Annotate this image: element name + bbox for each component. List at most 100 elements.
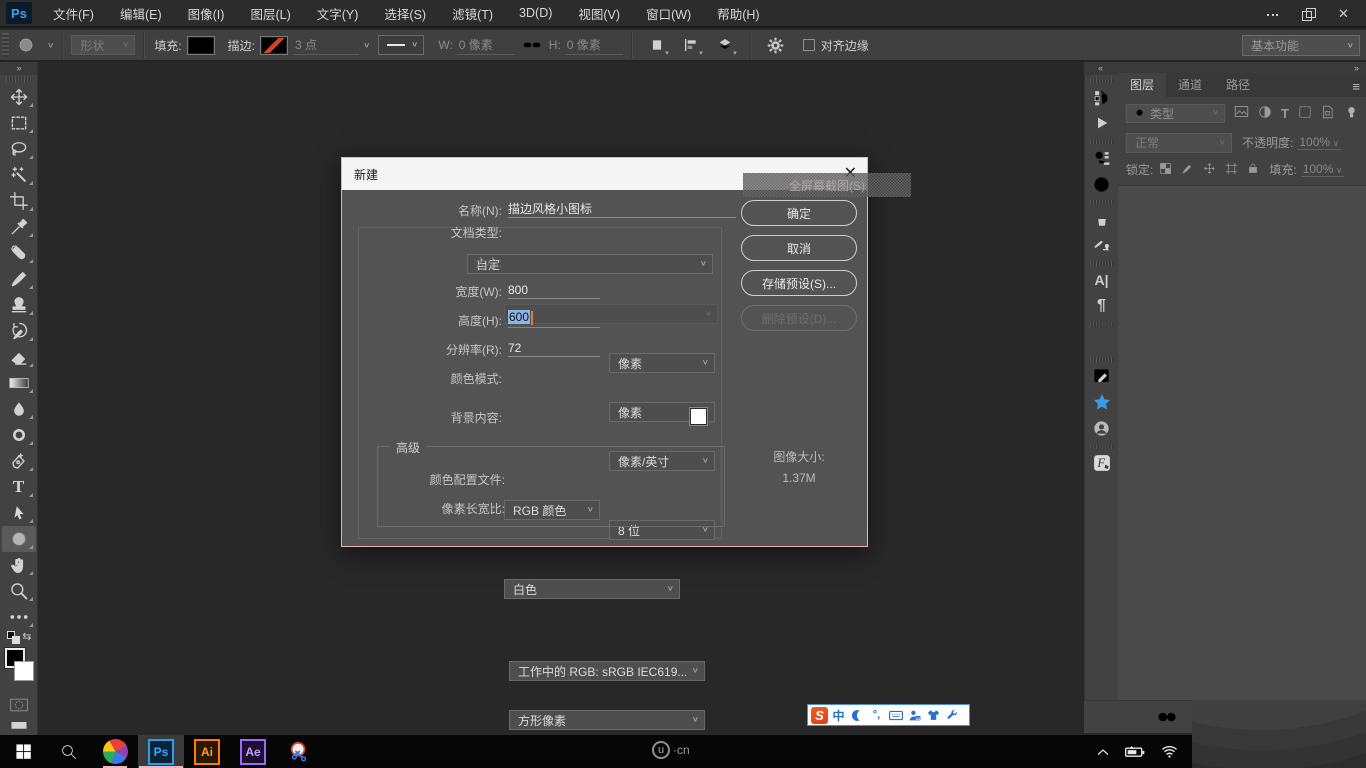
- name-input[interactable]: [508, 200, 736, 218]
- soft-keyboard-icon[interactable]: [887, 706, 904, 724]
- layer-filter-select[interactable]: 类型: [1126, 104, 1225, 123]
- magic-wand-tool[interactable]: [2, 162, 36, 188]
- glyphs-panel-icon[interactable]: [1087, 328, 1117, 354]
- menu-3d[interactable]: 3D(D): [506, 0, 565, 27]
- tab-paths[interactable]: 路径: [1214, 73, 1262, 97]
- taskbar-search-button[interactable]: [46, 735, 92, 768]
- screen-mode-button[interactable]: [2, 718, 36, 732]
- close-icon[interactable]: [1338, 7, 1352, 21]
- taskbar-browser-button[interactable]: [92, 735, 138, 768]
- link-dimensions-icon[interactable]: [521, 34, 543, 56]
- opacity-value[interactable]: 100%: [1297, 135, 1341, 150]
- height-input[interactable]: 600: [508, 310, 600, 328]
- eyedropper-tool[interactable]: [2, 214, 36, 240]
- clone-source-panel-icon[interactable]: [1087, 232, 1117, 258]
- menu-type[interactable]: 文字(Y): [304, 0, 372, 27]
- restore-icon[interactable]: [1302, 7, 1316, 21]
- favorites-star-icon[interactable]: [1087, 389, 1117, 415]
- input-mode-chinese[interactable]: 中: [830, 706, 847, 724]
- aspect-ratio-select[interactable]: 方形像素: [509, 710, 705, 730]
- fullwidth-moon-icon[interactable]: [849, 706, 866, 724]
- path-operations-button[interactable]: ▾: [646, 34, 668, 56]
- doc-type-select[interactable]: 自定: [467, 254, 713, 274]
- background-select[interactable]: 白色: [504, 579, 680, 599]
- brush-tool[interactable]: [2, 266, 36, 292]
- chevron-down-icon[interactable]: ∨: [47, 41, 54, 49]
- fill-swatch[interactable]: [188, 37, 214, 54]
- zoom-tool[interactable]: [2, 578, 36, 604]
- tab-channels[interactable]: 通道: [1166, 73, 1214, 97]
- background-color-chip[interactable]: [690, 408, 707, 425]
- swatch-utilities[interactable]: ⇆: [2, 630, 36, 646]
- menu-select[interactable]: 选择(S): [371, 0, 439, 27]
- battery-icon[interactable]: [1125, 745, 1145, 758]
- history-brush-tool[interactable]: [2, 318, 36, 344]
- eraser-tool[interactable]: [2, 344, 36, 370]
- move-tool[interactable]: [2, 84, 36, 110]
- sogou-logo-icon[interactable]: S: [811, 707, 828, 724]
- chevron-down-icon[interactable]: ∨: [363, 41, 370, 49]
- lock-position-icon[interactable]: [1203, 162, 1216, 178]
- profile-select[interactable]: 工作中的 RGB: sRGB IEC619...: [509, 661, 705, 681]
- background-color-swatch[interactable]: [14, 661, 34, 681]
- layer-comps-panel-icon[interactable]: [1087, 363, 1117, 389]
- punctuation-icon[interactable]: °,: [868, 706, 885, 724]
- width-unit-select[interactable]: 像素: [609, 353, 715, 373]
- pen-tool[interactable]: [2, 448, 36, 474]
- wifi-icon[interactable]: [1161, 745, 1178, 758]
- lock-pixels-icon[interactable]: [1181, 162, 1194, 178]
- menu-file[interactable]: 文件(F): [40, 0, 107, 27]
- wrench-settings-icon[interactable]: [944, 706, 961, 724]
- lock-all-icon[interactable]: [1247, 162, 1259, 178]
- tray-chevron-icon[interactable]: [1097, 748, 1109, 756]
- skin-shirt-icon[interactable]: [925, 706, 942, 724]
- taskbar-screenshot-tool-button[interactable]: [276, 735, 322, 768]
- edit-toolbar-button[interactable]: [2, 604, 36, 630]
- menu-layer[interactable]: 图层(L): [237, 0, 303, 27]
- align-edges-checkbox[interactable]: [803, 39, 815, 51]
- taskbar-photoshop-button[interactable]: Ps: [138, 735, 184, 768]
- filter-pixel-layers-icon[interactable]: [1234, 105, 1249, 121]
- path-alignment-button[interactable]: ▾: [680, 34, 702, 56]
- lasso-tool[interactable]: [2, 136, 36, 162]
- blend-mode-select[interactable]: 正常: [1126, 133, 1232, 153]
- info-panel-icon[interactable]: [1087, 171, 1117, 197]
- tool-preset-picker[interactable]: [15, 34, 37, 56]
- lock-transparency-icon[interactable]: [1159, 162, 1172, 178]
- lock-artboard-icon[interactable]: [1225, 162, 1238, 178]
- save-preset-button[interactable]: 存储预设(S)...: [741, 270, 857, 296]
- clone-stamp-tool[interactable]: [2, 292, 36, 318]
- taskbar-illustrator-button[interactable]: Ai: [184, 735, 230, 768]
- paragraph-panel-icon[interactable]: ¶: [1087, 293, 1117, 319]
- menu-edit[interactable]: 编辑(E): [107, 0, 175, 27]
- brush-presets-panel-icon[interactable]: [1087, 206, 1117, 232]
- collapse-panel-icon[interactable]: »: [1354, 62, 1358, 74]
- tools-grip[interactable]: [6, 77, 32, 82]
- filter-toggle-icon[interactable]: [1345, 105, 1358, 122]
- ok-button[interactable]: 确定: [741, 200, 857, 226]
- type-tool[interactable]: T: [2, 474, 36, 500]
- shape-mode-select[interactable]: 形状: [71, 35, 135, 55]
- menu-filter[interactable]: 滤镜(T): [439, 0, 506, 27]
- libraries-panel-icon[interactable]: [1087, 415, 1117, 441]
- fill-value[interactable]: 100%: [1301, 162, 1345, 177]
- link-layers-icon[interactable]: [1156, 711, 1178, 723]
- menu-view[interactable]: 视图(V): [565, 0, 633, 27]
- marquee-tool[interactable]: [2, 110, 36, 136]
- stroke-width-input[interactable]: 3 点: [293, 36, 359, 55]
- tool-presets-panel-icon[interactable]: [1087, 145, 1117, 171]
- options-grip[interactable]: [2, 33, 9, 57]
- ellipse-tool[interactable]: [2, 526, 36, 552]
- path-selection-tool[interactable]: [2, 500, 36, 526]
- gradient-tool[interactable]: [2, 370, 36, 396]
- spot-healing-tool[interactable]: [2, 240, 36, 266]
- character-panel-icon[interactable]: A|: [1087, 267, 1117, 293]
- menu-window[interactable]: 窗口(W): [633, 0, 704, 27]
- tab-layers[interactable]: 图层: [1118, 73, 1166, 97]
- login-24-icon[interactable]: 24: [906, 706, 923, 724]
- filter-shape-layers-icon[interactable]: [1298, 105, 1312, 122]
- minimize-icon[interactable]: [1266, 7, 1280, 21]
- menu-image[interactable]: 图像(I): [175, 0, 238, 27]
- stroke-style-select[interactable]: [378, 35, 424, 55]
- shape-width-input[interactable]: 0 像素: [457, 36, 515, 55]
